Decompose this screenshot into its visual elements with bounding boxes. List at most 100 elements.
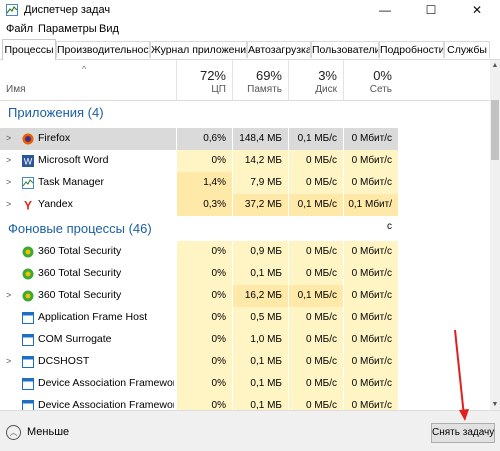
360-icon bbox=[22, 246, 34, 258]
disk-column-label: Диск bbox=[315, 84, 337, 95]
cpu-cell: 0% bbox=[176, 285, 232, 307]
process-name: Device Association Framework ... bbox=[38, 377, 174, 389]
cpu-column-header[interactable]: 72% ЦП bbox=[176, 60, 232, 100]
tab-processes[interactable]: Процессы bbox=[2, 39, 56, 60]
process-name: Microsoft Word bbox=[38, 154, 109, 166]
column-header: ^ Имя 72% ЦП 69% Память 3% Диск 0% Сеть bbox=[0, 60, 490, 101]
memory-column-header[interactable]: 69% Память bbox=[232, 60, 288, 100]
process-row[interactable]: Device Association Framework ... 0% 0,1 … bbox=[0, 395, 490, 410]
process-name: 360 Total Security bbox=[38, 245, 122, 257]
process-name: Yandex bbox=[38, 198, 73, 210]
collapse-chevron-icon[interactable]: ︿ bbox=[6, 425, 21, 440]
network-cell: 0 Мбит/с bbox=[343, 307, 398, 329]
title-bar: Диспетчер задач — ☐ ✕ bbox=[0, 0, 500, 21]
fewer-details-link[interactable]: Меньше bbox=[27, 426, 69, 438]
process-row[interactable]: Application Frame Host 0% 0,5 МБ 0 МБ/с … bbox=[0, 307, 490, 329]
firefox-icon bbox=[22, 133, 34, 145]
tab-startup[interactable]: Автозагрузка bbox=[247, 41, 311, 58]
cpu-cell: 0% bbox=[176, 351, 232, 373]
network-cell: 0 Мбит/с bbox=[343, 241, 398, 263]
tab-performance[interactable]: Производительность bbox=[56, 41, 150, 58]
memory-cell: 1,0 МБ bbox=[232, 329, 288, 351]
network-cell: 0 Мбит/с bbox=[343, 373, 398, 395]
group-title: Фоновые процессы (46) bbox=[8, 221, 152, 236]
svg-text:Y: Y bbox=[24, 199, 32, 211]
scroll-down-icon[interactable]: ▼ bbox=[490, 401, 500, 408]
process-name: Device Association Framework ... bbox=[38, 399, 174, 410]
process-row[interactable]: Device Association Framework ... 0% 0,1 … bbox=[0, 373, 490, 395]
memory-cell: 37,2 МБ bbox=[232, 194, 288, 216]
network-cell: 0,1 Мбит/с bbox=[343, 194, 398, 232]
network-column-label: Сеть bbox=[369, 84, 392, 95]
disk-cell: 0 МБ/с bbox=[288, 351, 343, 373]
cpu-cell: 0% bbox=[176, 373, 232, 395]
network-cell: 0 Мбит/с bbox=[343, 351, 398, 373]
menu-view[interactable]: Вид bbox=[99, 23, 119, 35]
expand-chevron-icon[interactable]: > bbox=[6, 177, 11, 187]
memory-cell: 148,4 МБ bbox=[232, 128, 288, 150]
disk-cell: 0 МБ/с bbox=[288, 241, 343, 263]
dcshost-icon bbox=[22, 356, 34, 368]
expand-chevron-icon[interactable]: > bbox=[6, 133, 11, 143]
cpu-cell: 0% bbox=[176, 263, 232, 285]
name-column-header[interactable]: ^ Имя bbox=[0, 60, 176, 100]
device-assoc-icon bbox=[22, 400, 34, 410]
disk-cell: 0 МБ/с bbox=[288, 307, 343, 329]
process-row[interactable]: 360 Total Security 0% 0,9 МБ 0 МБ/с 0 Мб… bbox=[0, 241, 490, 263]
expand-chevron-icon[interactable]: > bbox=[6, 290, 11, 300]
tab-details[interactable]: Подробности bbox=[379, 41, 444, 58]
cpu-cell: 0% bbox=[176, 395, 232, 410]
memory-cell: 0,9 МБ bbox=[232, 241, 288, 263]
process-name: Task Manager bbox=[38, 176, 104, 188]
menu-file[interactable]: Файл bbox=[6, 23, 33, 35]
process-name: COM Surrogate bbox=[38, 333, 112, 345]
maximize-button[interactable]: ☐ bbox=[408, 0, 454, 21]
360-icon bbox=[22, 290, 34, 302]
memory-cell: 0,1 МБ bbox=[232, 373, 288, 395]
scroll-up-icon[interactable]: ▲ bbox=[490, 62, 500, 69]
process-name: 360 Total Security bbox=[38, 267, 122, 279]
scrollbar-thumb[interactable] bbox=[491, 100, 499, 160]
process-row[interactable]: > W Microsoft Word 0% 14,2 МБ 0 МБ/с 0 М… bbox=[0, 150, 490, 172]
network-cell: 0 Мбит/с bbox=[343, 150, 398, 172]
task-manager-app-icon bbox=[6, 4, 18, 16]
network-column-header[interactable]: 0% Сеть bbox=[343, 60, 398, 100]
cpu-cell: 0% bbox=[176, 241, 232, 263]
minimize-button[interactable]: — bbox=[362, 0, 408, 21]
menu-bar: Файл Параметры Вид bbox=[0, 21, 500, 39]
network-cell: 0 Мбит/с bbox=[343, 329, 398, 351]
memory-cell: 0,5 МБ bbox=[232, 307, 288, 329]
close-button[interactable]: ✕ bbox=[454, 0, 500, 21]
expand-chevron-icon[interactable]: > bbox=[6, 199, 11, 209]
360-icon bbox=[22, 268, 34, 280]
process-row[interactable]: 360 Total Security 0% 0,1 МБ 0 МБ/с 0 Мб… bbox=[0, 263, 490, 285]
vertical-scrollbar[interactable]: ▲ ▼ bbox=[490, 60, 500, 410]
process-row[interactable]: > Firefox 0,6% 148,4 МБ 0,1 МБ/с 0 Мбит/… bbox=[0, 128, 490, 150]
process-row[interactable]: > 360 Total Security 0% 16,2 МБ 0,1 МБ/с… bbox=[0, 285, 490, 307]
cpu-cell: 0% bbox=[176, 329, 232, 351]
disk-cell: 0 МБ/с bbox=[288, 172, 343, 194]
footer-bar: ︿ Меньше Снять задачу bbox=[0, 410, 500, 451]
process-row[interactable]: > Task Manager 1,4% 7,9 МБ 0 МБ/с 0 Мбит… bbox=[0, 172, 490, 194]
expand-chevron-icon[interactable]: > bbox=[6, 155, 11, 165]
disk-cell: 0 МБ/с bbox=[288, 373, 343, 395]
network-cell: 0 Мбит/с bbox=[343, 395, 398, 410]
tab-users[interactable]: Пользователи bbox=[311, 41, 379, 58]
cpu-cell: 1,4% bbox=[176, 172, 232, 194]
process-row[interactable]: > Y Yandex 0,3% 37,2 МБ 0,1 МБ/с 0,1 Мби… bbox=[0, 194, 490, 232]
disk-column-header[interactable]: 3% Диск bbox=[288, 60, 343, 100]
process-name: Firefox bbox=[38, 132, 71, 144]
disk-total: 3% bbox=[318, 68, 337, 83]
tab-app-history[interactable]: Журнал приложений bbox=[150, 41, 247, 58]
network-total: 0% bbox=[373, 68, 392, 83]
process-name: DCSHOST bbox=[38, 355, 90, 367]
expand-chevron-icon[interactable]: > bbox=[6, 356, 11, 366]
process-row[interactable]: > DCSHOST 0% 0,1 МБ 0 МБ/с 0 Мбит/с bbox=[0, 351, 490, 373]
yandex-icon: Y bbox=[24, 199, 32, 211]
word-icon: W bbox=[22, 155, 34, 167]
group-title: Приложения (4) bbox=[8, 105, 104, 120]
tab-services[interactable]: Службы bbox=[444, 41, 490, 58]
end-task-button[interactable]: Снять задачу bbox=[431, 423, 495, 443]
process-row[interactable]: COM Surrogate 0% 1,0 МБ 0 МБ/с 0 Мбит/с bbox=[0, 329, 490, 351]
menu-options[interactable]: Параметры bbox=[38, 23, 97, 35]
